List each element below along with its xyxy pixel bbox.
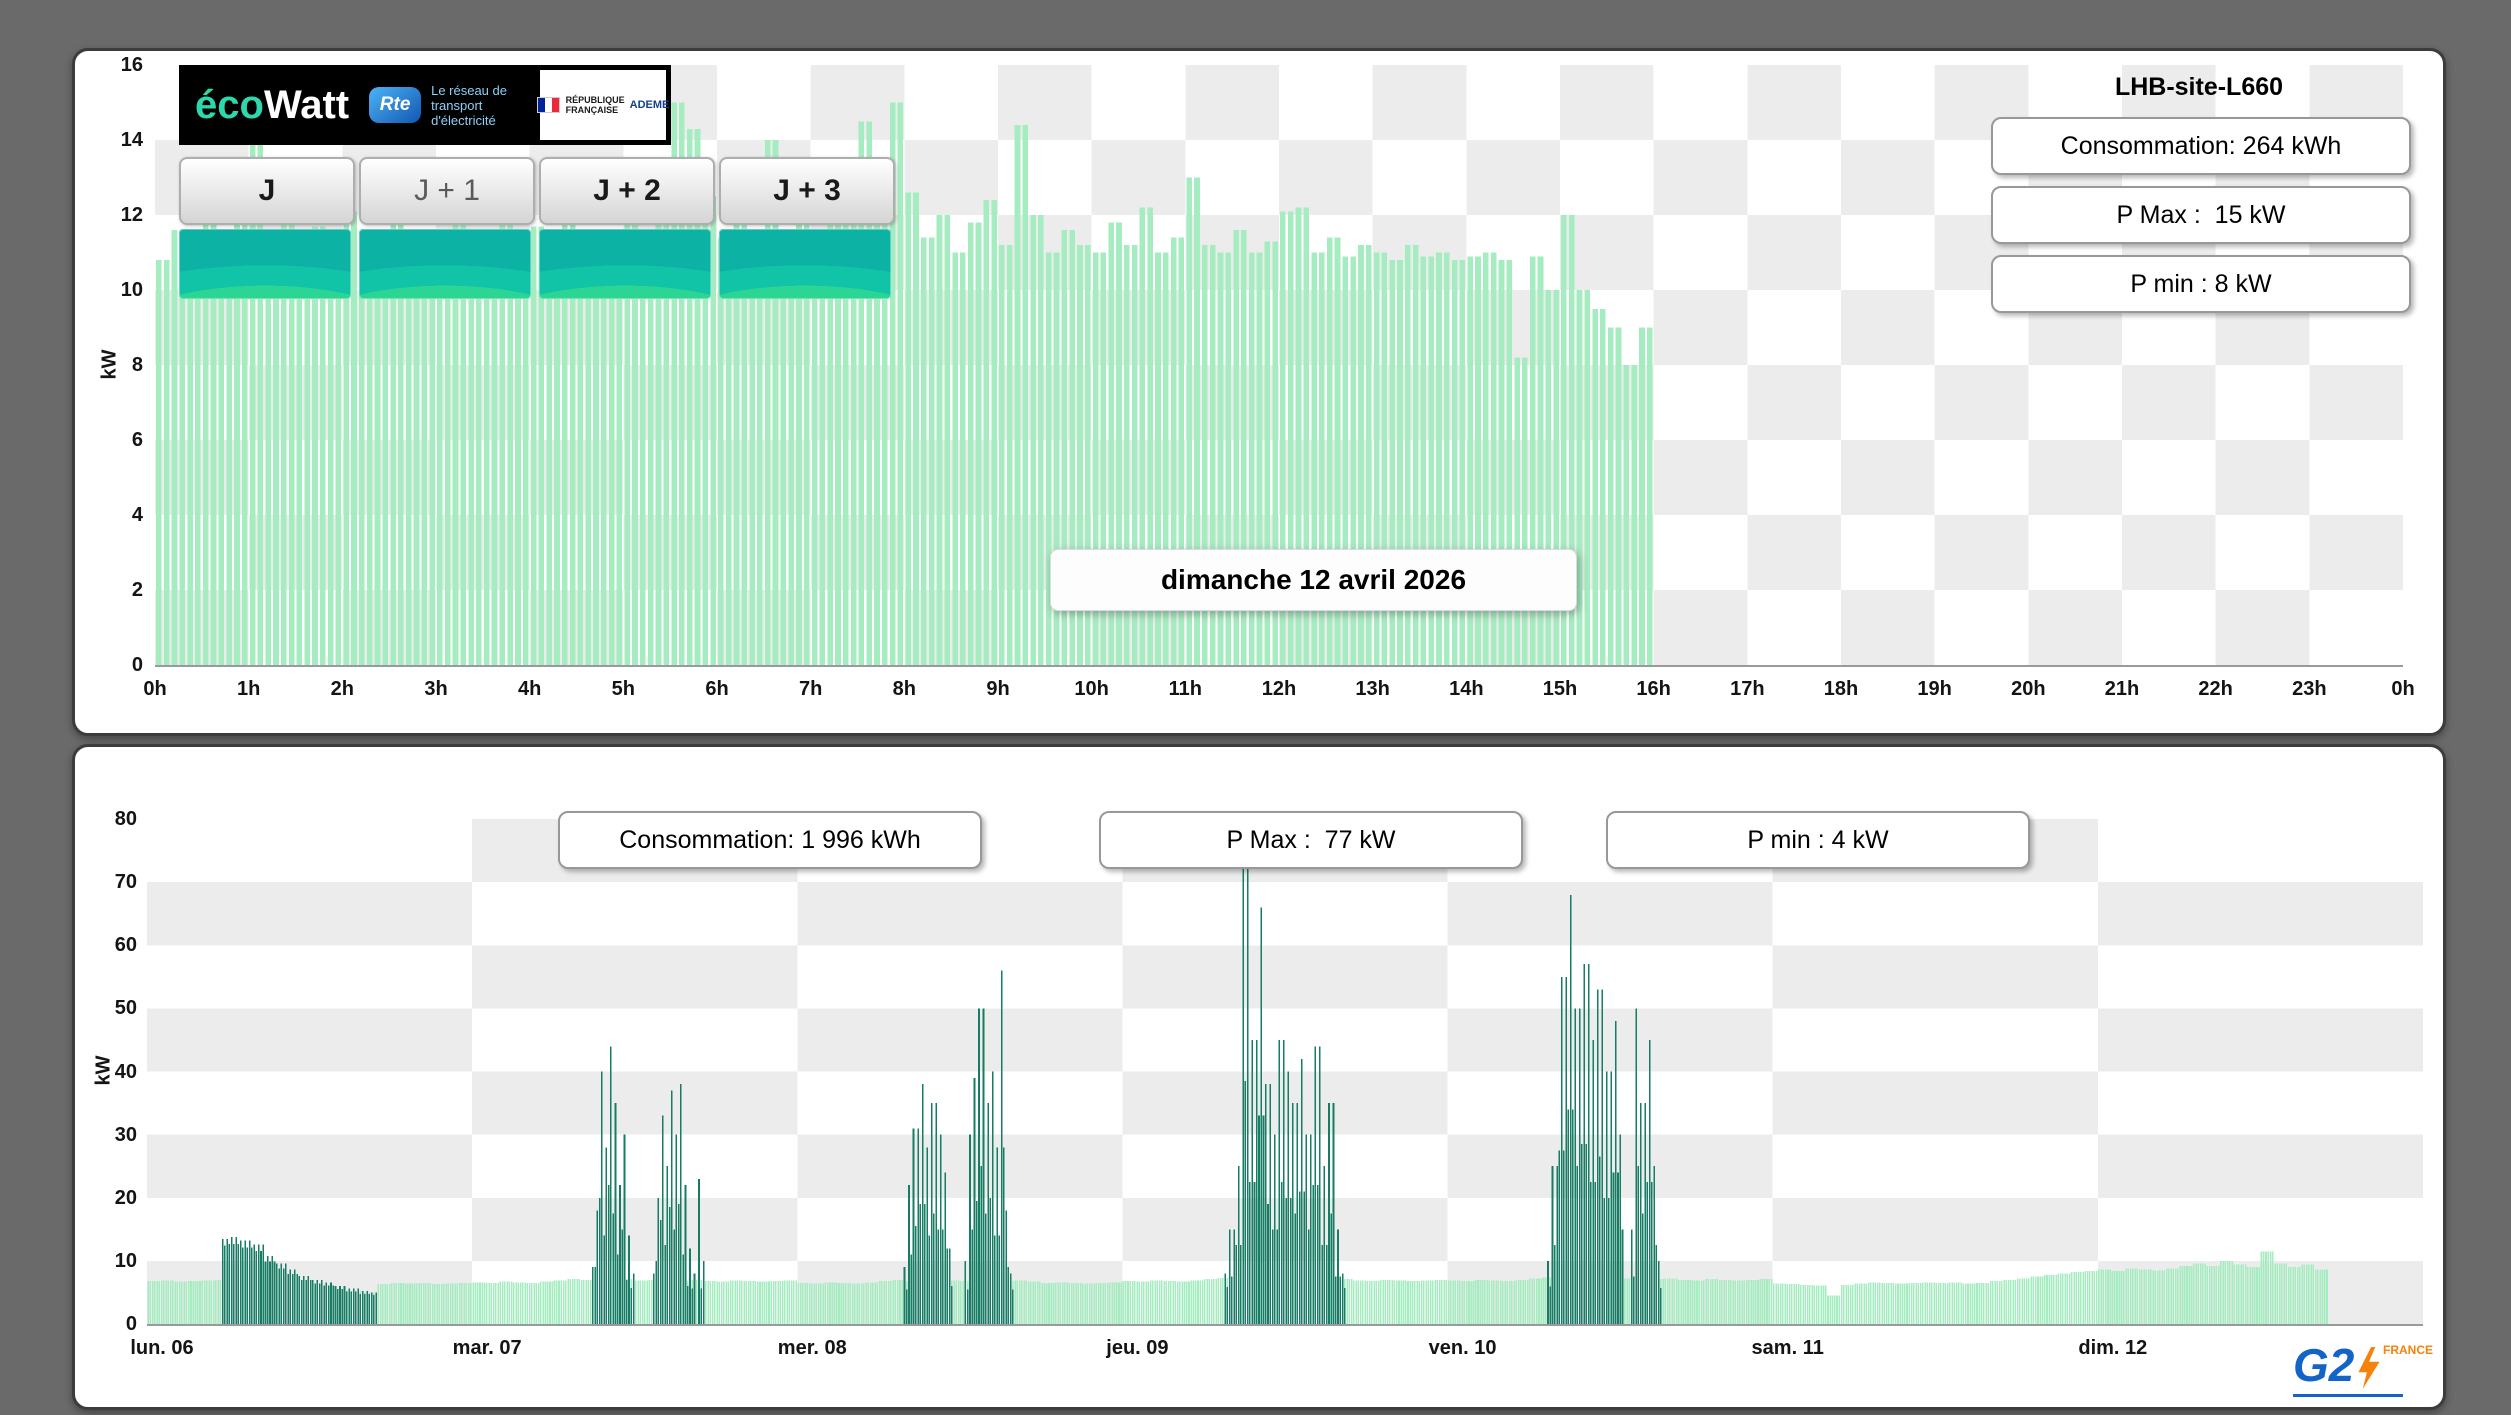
g2e-logo-underline <box>2293 1394 2403 1397</box>
axis-tick-label: 4h <box>517 678 542 700</box>
axis-tick-label: 12h <box>1261 678 1297 700</box>
axis-tick-label: 17h <box>1730 678 1765 700</box>
ecowatt-forecast-tile-j2[interactable] <box>539 229 711 299</box>
axis-tick-label: 7h <box>798 678 823 700</box>
axis-tick-label: 2h <box>330 678 354 700</box>
axis-tick-label: 16 <box>120 54 143 76</box>
axis-tick-label: 20 <box>114 1186 137 1209</box>
daily-pmax-stat: P Max : 15 kW <box>1991 186 2411 244</box>
ecowatt-logo-watt: Watt <box>263 82 350 127</box>
axis-tick-label: 1h <box>236 678 261 700</box>
axis-tick-label: dim. 12 <box>2078 1337 2148 1359</box>
weekly-baseline-bars <box>147 1251 2328 1324</box>
axis-tick-label: 18h <box>1823 678 1859 700</box>
day-button-j2[interactable]: J + 2 <box>539 157 715 225</box>
ecowatt-forecast-tile-j3[interactable] <box>719 229 891 299</box>
ecowatt-logo: écoWatt <box>195 83 349 128</box>
axis-tick-label: 15h <box>1542 678 1578 700</box>
ecowatt-forecast-tile-j1[interactable] <box>359 229 531 299</box>
lightning-icon <box>2358 1347 2380 1389</box>
axis-tick-label: 22h <box>2198 678 2233 700</box>
axis-tick-label: 2 <box>131 579 143 601</box>
weekly-consumption-stat: Consommation: 1 996 kWh <box>558 811 982 869</box>
axis-tick-label: 10 <box>114 1249 137 1272</box>
day-button-j3[interactable]: J + 3 <box>719 157 895 225</box>
rte-tagline: Le réseau de transport d'électricité <box>431 82 507 128</box>
axis-tick-label: 10h <box>1074 678 1109 700</box>
axis-tick-label: 8 <box>131 354 143 376</box>
checkerboard-grid <box>147 819 2423 1324</box>
weekly-pmin-stat: P min : 4 kW <box>1606 811 2030 869</box>
site-title: LHB-site-L660 <box>2114 73 2284 101</box>
axis-tick-label: 10 <box>120 279 143 301</box>
axis-tick-label: 0 <box>125 1313 137 1335</box>
axis-tick-label: 12 <box>120 204 143 226</box>
ecowatt-forecast-tile-j[interactable] <box>179 229 351 299</box>
axis-tick-label: jeu. 09 <box>1106 1337 1169 1359</box>
axis-tick-label: 14h <box>1449 678 1484 700</box>
weekly-chart-panel: kW Consommation: 1 996 kWh P Max : 77 kW… <box>72 744 2446 1410</box>
g2e-logo-text: G2 <box>2293 1339 2355 1391</box>
ademe-logo: ADEME <box>629 99 670 111</box>
axis-tick-label: 16h <box>1636 678 1671 700</box>
axis-tick-label: 40 <box>114 1060 137 1083</box>
axis-tick-label: 13h <box>1355 678 1390 700</box>
axis-tick-label: 23h <box>2292 678 2327 700</box>
rte-logo: Rte <box>369 87 422 123</box>
axis-tick-label: mer. 08 <box>777 1337 847 1359</box>
axis-tick-label: sam. 11 <box>1751 1337 1824 1359</box>
axis-tick-label: 20h <box>2011 678 2046 700</box>
daily-consumption-stat: Consommation: 264 kWh <box>1991 117 2411 175</box>
axis-tick-label: 8h <box>892 678 916 700</box>
government-logos: RÉPUBLIQUE FRANÇAISE ADEME <box>536 70 669 140</box>
axis-tick-label: 19h <box>1917 678 1952 700</box>
axis-tick-label: 60 <box>114 934 137 957</box>
g2e-logo: G2 FRANCE <box>2293 1339 2433 1397</box>
daily-chart-panel: kW dimanche 12 avril 2026 écoWatt Rte Le… <box>72 48 2446 736</box>
weekly-chart-svg <box>147 819 2423 1324</box>
axis-tick-label: 70 <box>114 871 137 894</box>
weekly-pmax-stat: P Max : 77 kW <box>1099 811 1523 869</box>
axis-tick-label: 0 <box>131 654 143 676</box>
day-button-j1[interactable]: J + 1 <box>359 157 535 225</box>
axis-tick-label: 50 <box>114 997 137 1020</box>
axis-tick-label: 6h <box>705 678 729 700</box>
ecowatt-logo-eco: éco <box>195 82 264 127</box>
axis-tick-label: 14 <box>120 129 143 151</box>
axis-tick-label: 0h <box>143 678 167 700</box>
g2e-country-label: FRANCE <box>2383 1343 2433 1357</box>
axis-tick-label: 9h <box>986 678 1010 700</box>
date-badge: dimanche 12 avril 2026 <box>1050 549 1577 611</box>
daily-pmin-stat: P min : 8 kW <box>1991 255 2411 313</box>
axis-tick-label: 80 <box>114 808 137 830</box>
axis-tick-label: 6 <box>131 429 143 451</box>
republique-francaise-label: RÉPUBLIQUE FRANÇAISE <box>565 95 625 115</box>
axis-tick-label: 30 <box>114 1123 137 1146</box>
axis-tick-label: 11h <box>1168 678 1202 700</box>
weekly-chart-plot <box>147 819 2423 1326</box>
ecowatt-logo-bar: écoWatt Rte Le réseau de transport d'éle… <box>179 65 671 145</box>
axis-tick-label: mar. 07 <box>452 1337 522 1359</box>
day-button-j[interactable]: J <box>179 157 355 225</box>
axis-tick-label: lun. 06 <box>130 1337 194 1359</box>
app-root: { "page": {"background": "#6a6a6a"}, "to… <box>0 0 2511 1415</box>
axis-tick-label: 4 <box>131 504 143 526</box>
french-flag-icon <box>536 97 560 113</box>
axis-tick-label: ven. 10 <box>1428 1337 1497 1359</box>
axis-tick-label: 0h <box>2391 678 2415 700</box>
axis-tick-label: 21h <box>2104 678 2140 700</box>
axis-tick-label: 3h <box>424 678 448 700</box>
axis-tick-label: 5h <box>611 678 635 700</box>
